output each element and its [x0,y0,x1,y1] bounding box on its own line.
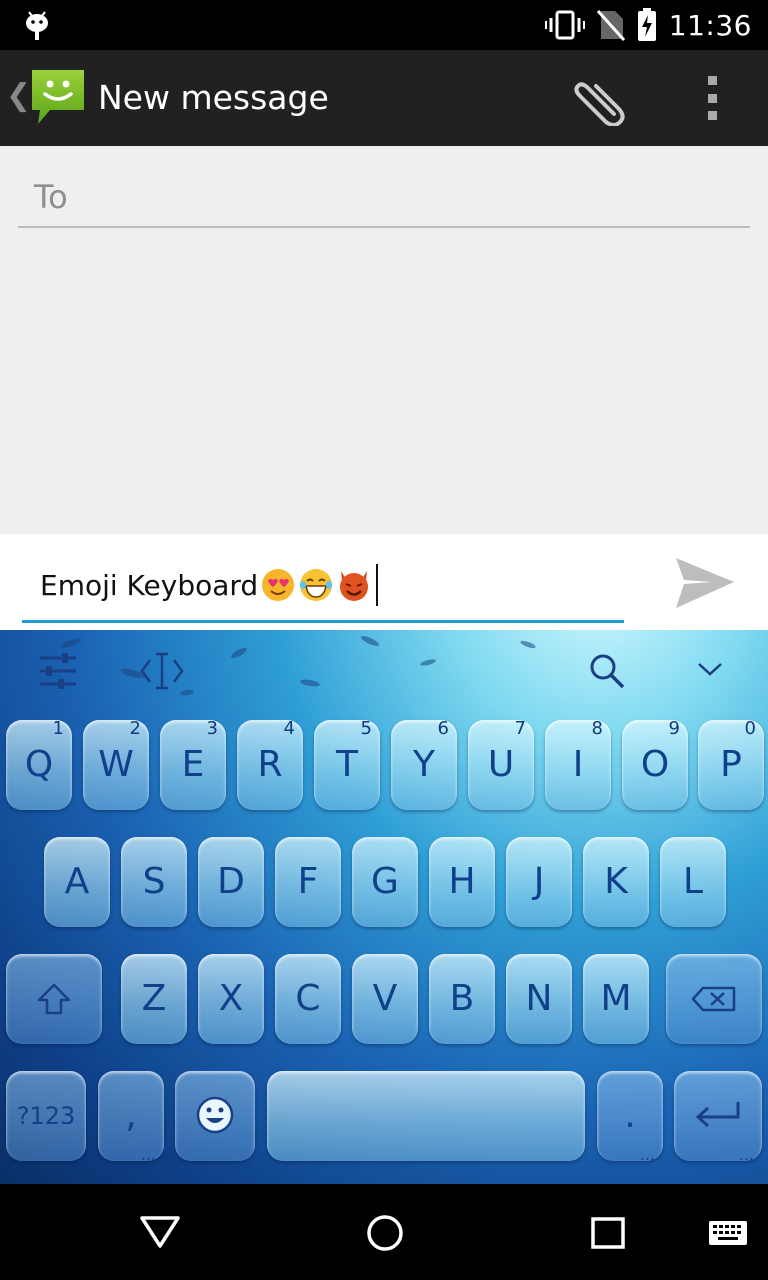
fish-decoration [59,636,83,650]
no-sim-icon [596,9,625,41]
key-v[interactable]: V [352,954,418,1044]
compose-bar: Emoji Keyboard [0,534,768,630]
keyboard-switch-icon[interactable] [708,1220,748,1246]
fish-decoration [359,634,381,648]
back-triangle-icon[interactable] [138,1214,182,1250]
settings-sliders-icon[interactable] [38,652,78,690]
page-title: New message [98,78,329,117]
backspace-key[interactable] [666,954,762,1044]
key-b[interactable]: B [429,954,495,1044]
search-icon[interactable] [588,652,626,690]
smiley-icon [196,1096,234,1134]
navigation-bar [0,1184,768,1280]
home-circle-icon[interactable] [366,1214,404,1252]
key-c[interactable]: C [275,954,341,1044]
key-n[interactable]: N [506,954,572,1044]
key-x[interactable]: X [198,954,264,1044]
text-cursor [376,564,379,606]
key-g[interactable]: G [352,837,418,927]
key-y[interactable]: Y6 [391,718,457,810]
hide-keyboard-chevron-icon[interactable] [696,660,724,678]
attach-icon[interactable] [570,74,630,126]
emoji-key[interactable] [175,1071,255,1161]
key-p[interactable]: P0 [698,718,764,810]
key-q[interactable]: Q1 [6,718,72,810]
backspace-icon [691,986,736,1012]
key-h[interactable]: H [429,837,495,927]
heart-eyes-emoji-icon [262,569,295,601]
key-s[interactable]: S [121,837,187,927]
android-debug-icon [26,11,48,40]
message-content-area: To [0,146,768,534]
key-o[interactable]: O9 [622,718,688,810]
comma-key[interactable]: ,... [98,1071,164,1163]
tears-of-joy-emoji-icon [300,569,333,601]
cursor-move-icon[interactable] [140,650,184,692]
key-t[interactable]: T5 [314,718,380,810]
fish-decoration [229,645,249,661]
key-i[interactable]: I8 [545,718,611,810]
key-m[interactable]: M [583,954,649,1044]
fish-decoration [519,639,537,650]
key-a[interactable]: A [44,837,110,927]
fish-decoration [299,678,321,688]
period-key[interactable]: .... [597,1071,663,1163]
recipient-field[interactable]: To [18,170,750,228]
recipient-placeholder: To [34,178,68,216]
message-text: Emoji Keyboard [40,568,259,602]
messaging-app-icon[interactable] [28,66,88,130]
key-e[interactable]: E3 [160,718,226,810]
vibrate-icon [544,10,585,40]
key-l[interactable]: L [660,837,726,927]
key-d[interactable]: D [198,837,264,927]
fish-decoration [419,658,437,667]
battery-charging-icon [637,8,656,41]
key-j[interactable]: J [506,837,572,927]
app-bar: ❮ New message [0,50,768,146]
enter-icon [695,1102,740,1128]
clock: 11:36 [668,8,752,42]
more-options-icon[interactable] [690,76,734,120]
key-w[interactable]: W2 [83,718,149,810]
recents-square-icon[interactable] [590,1216,626,1250]
message-input[interactable]: Emoji Keyboard [22,534,624,623]
key-z[interactable]: Z [121,954,187,1044]
status-bar: 11:36 [0,0,768,50]
key-u[interactable]: U7 [468,718,534,810]
keyboard: Q1 W2 E3 R4 T5 Y6 U7 I8 O9 P0 A S D F G … [0,630,768,1184]
send-icon[interactable] [672,554,736,614]
shift-key[interactable] [6,954,102,1044]
space-bar[interactable] [267,1071,585,1161]
enter-key[interactable]: ... [674,1071,762,1163]
symbols-key[interactable]: ?123 [6,1071,86,1161]
key-r[interactable]: R4 [237,718,303,810]
key-k[interactable]: K [583,837,649,927]
shift-icon [37,983,71,1015]
smiling-imp-emoji-icon [340,571,369,601]
key-f[interactable]: F [275,837,341,927]
